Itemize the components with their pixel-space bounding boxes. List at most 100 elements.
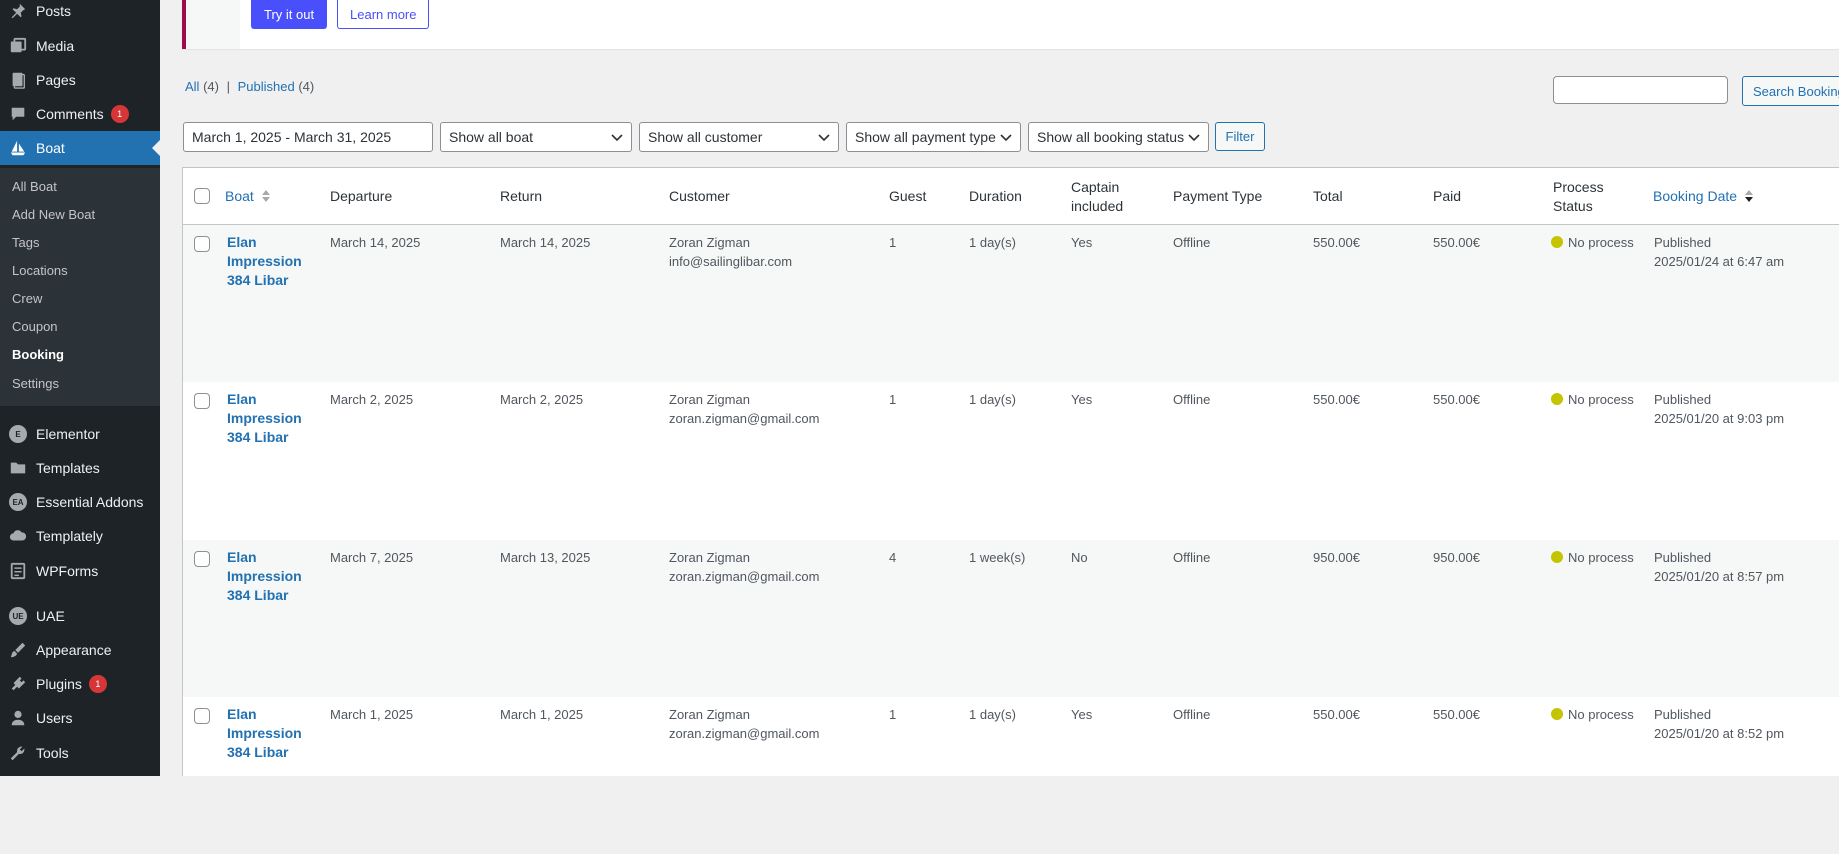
submenu-add-new-boat[interactable]: Add New Boat bbox=[12, 207, 95, 222]
search-input[interactable] bbox=[1553, 76, 1728, 104]
boat-link[interactable]: Elan Impression 384 Libar bbox=[227, 390, 317, 447]
filter-button[interactable]: Filter bbox=[1215, 122, 1265, 151]
form-icon bbox=[8, 561, 28, 581]
customer-filter-select[interactable]: Show all customer bbox=[639, 122, 839, 152]
submenu-tags[interactable]: Tags bbox=[12, 235, 39, 250]
process-status-text: No process bbox=[1568, 235, 1634, 250]
payment-type-filter-select[interactable]: Show all payment type bbox=[846, 122, 1021, 152]
menu-item-appearance[interactable]: Appearance bbox=[0, 633, 160, 667]
total-cell: 550.00€ bbox=[1313, 392, 1360, 407]
column-header-boat[interactable]: Boat bbox=[225, 187, 271, 206]
menu-item-comments[interactable]: Comments 1 bbox=[0, 97, 160, 131]
boat-name-line: 384 Libar bbox=[227, 429, 289, 445]
user-icon bbox=[8, 708, 28, 728]
booking-datetime: 2025/01/24 at 6:47 am bbox=[1654, 254, 1785, 269]
process-status-text: No process bbox=[1568, 550, 1634, 565]
column-header-total: Total bbox=[1313, 188, 1343, 204]
admin-sidebar: Posts Media Pages Comments 1 Boat All Bo… bbox=[0, 0, 160, 776]
notice-icon-area bbox=[186, 0, 240, 49]
boat-link[interactable]: Elan Impression 384 Libar bbox=[227, 233, 317, 290]
row-checkbox[interactable] bbox=[194, 236, 210, 252]
boat-link[interactable]: Elan Impression 384 Libar bbox=[227, 705, 317, 762]
learn-more-button[interactable]: Learn more bbox=[337, 0, 430, 29]
menu-item-essential-addons[interactable]: EA Essential Addons bbox=[0, 485, 160, 519]
menu-item-templately[interactable]: Templately bbox=[0, 519, 160, 553]
views-separator: | bbox=[226, 79, 230, 94]
menu-label: Essential Addons bbox=[36, 494, 144, 510]
submenu-settings[interactable]: Settings bbox=[12, 376, 59, 391]
wrench-icon bbox=[8, 743, 28, 763]
customer-name: Zoran Zigman bbox=[669, 707, 750, 722]
column-header-captain-line1: Captain bbox=[1071, 179, 1120, 195]
boat-link[interactable]: Elan Impression 384 Libar bbox=[227, 548, 317, 605]
paid-cell: 950.00€ bbox=[1433, 550, 1480, 565]
status-dot-icon bbox=[1551, 551, 1563, 563]
column-header-captain-line2: included bbox=[1071, 198, 1124, 214]
menu-item-users[interactable]: Users bbox=[0, 701, 160, 735]
select-all-checkbox[interactable] bbox=[194, 188, 210, 204]
column-header-departure: Departure bbox=[330, 188, 393, 204]
submenu-all-boat[interactable]: All Boat bbox=[12, 179, 57, 194]
menu-item-media[interactable]: Media bbox=[0, 29, 160, 63]
payment-type-cell: Offline bbox=[1173, 707, 1211, 722]
view-all-link[interactable]: All bbox=[185, 79, 199, 94]
row-checkbox[interactable] bbox=[194, 551, 210, 567]
date-range-input[interactable]: March 1, 2025 - March 31, 2025 bbox=[183, 122, 433, 152]
status-dot-icon bbox=[1551, 708, 1563, 720]
menu-label: Comments bbox=[36, 106, 104, 122]
menu-item-pages[interactable]: Pages bbox=[0, 63, 160, 97]
boat-name-line: Elan bbox=[227, 391, 257, 407]
submenu-crew[interactable]: Crew bbox=[12, 291, 42, 306]
search-booking-button[interactable]: Search Booking bbox=[1742, 76, 1839, 106]
elementor-icon: E bbox=[8, 424, 28, 444]
folder-icon bbox=[8, 458, 28, 478]
menu-label: Users bbox=[36, 710, 73, 726]
captain-cell: Yes bbox=[1071, 707, 1093, 722]
submenu-locations[interactable]: Locations bbox=[12, 263, 68, 278]
chevron-down-icon bbox=[1188, 134, 1200, 142]
sort-desc-icon bbox=[1744, 190, 1753, 202]
boat-name-line: Elan bbox=[227, 706, 257, 722]
chevron-down-icon bbox=[818, 134, 830, 142]
customer-email: zoran.zigman@gmail.com bbox=[669, 411, 820, 426]
try-it-out-button[interactable]: Try it out bbox=[251, 0, 328, 29]
menu-item-posts[interactable]: Posts bbox=[0, 0, 160, 28]
sailboat-icon bbox=[8, 138, 28, 158]
menu-item-plugins[interactable]: Plugins 1 bbox=[0, 667, 160, 701]
menu-item-boat[interactable]: Boat bbox=[0, 131, 160, 165]
boat-name-line: Impression bbox=[227, 253, 302, 269]
row-checkbox[interactable] bbox=[194, 708, 210, 724]
submenu-coupon[interactable]: Coupon bbox=[12, 319, 58, 334]
ea-icon: EA bbox=[8, 492, 28, 512]
customer-name: Zoran Zigman bbox=[669, 550, 750, 565]
menu-item-wpforms[interactable]: WPForms bbox=[0, 554, 160, 588]
booking-status-filter-select[interactable]: Show all booking status bbox=[1028, 122, 1209, 152]
menu-item-uae[interactable]: UE UAE bbox=[0, 599, 160, 633]
column-header-booking-date[interactable]: Booking Date bbox=[1653, 187, 1754, 206]
bookings-table: Boat Departure Return Customer Guest Dur… bbox=[182, 167, 1839, 776]
view-published-count: (4) bbox=[298, 79, 315, 94]
column-header-boat-label: Boat bbox=[225, 188, 254, 204]
submenu-booking[interactable]: Booking bbox=[12, 347, 64, 362]
column-header-process-line1: Process bbox=[1553, 179, 1604, 195]
customer-email: zoran.zigman@gmail.com bbox=[669, 569, 820, 584]
menu-label: UAE bbox=[36, 608, 65, 624]
booking-datetime: 2025/01/20 at 9:03 pm bbox=[1654, 411, 1785, 426]
payment-type-cell: Offline bbox=[1173, 235, 1211, 250]
menu-item-tools[interactable]: Tools bbox=[0, 736, 160, 770]
table-row: Elan Impression 384 Libar March 2, 2025 … bbox=[183, 382, 1839, 539]
boat-name-line: Elan bbox=[227, 234, 257, 250]
boat-filter-select[interactable]: Show all boat bbox=[440, 122, 632, 152]
menu-label: Tools bbox=[36, 745, 69, 761]
view-published-link[interactable]: Published bbox=[238, 79, 295, 94]
customer-cell: Zoran Zigman zoran.zigman@gmail.com bbox=[669, 390, 819, 428]
menu-label: Pages bbox=[36, 72, 76, 88]
booking-date-cell: Published 2025/01/24 at 6:47 am bbox=[1654, 233, 1784, 271]
menu-item-templates[interactable]: Templates bbox=[0, 451, 160, 485]
column-header-payment-type: Payment Type bbox=[1173, 188, 1263, 204]
departure-cell: March 1, 2025 bbox=[330, 707, 414, 722]
customer-email: info@sailinglibar.com bbox=[669, 254, 793, 269]
return-cell: March 13, 2025 bbox=[500, 550, 591, 565]
menu-item-elementor[interactable]: E Elementor bbox=[0, 417, 160, 451]
row-checkbox[interactable] bbox=[194, 393, 210, 409]
